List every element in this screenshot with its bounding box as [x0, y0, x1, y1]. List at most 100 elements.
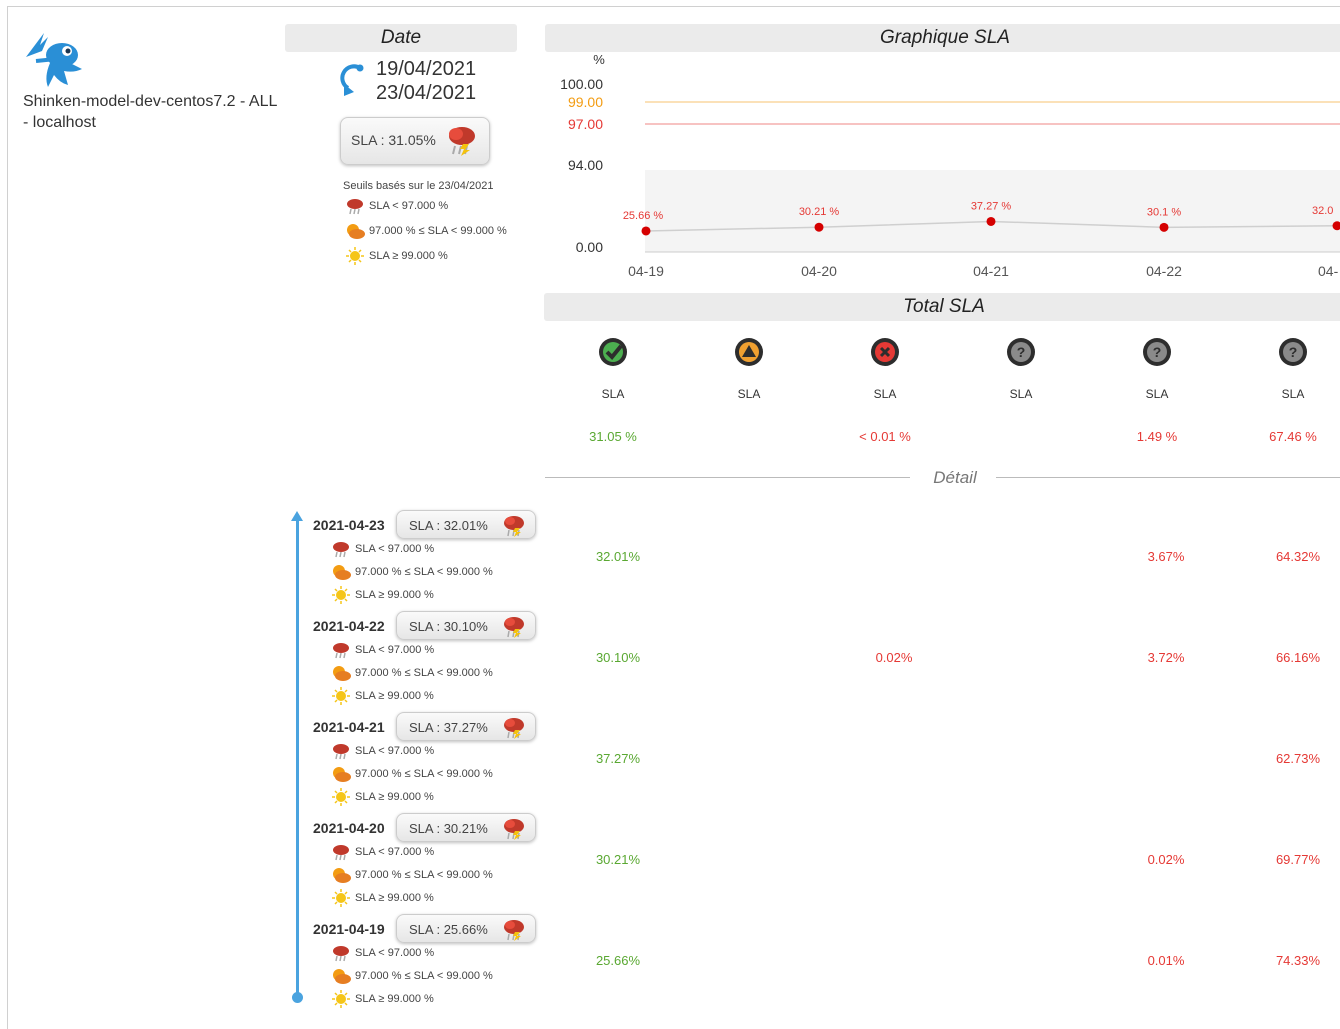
- critical-icon: [871, 338, 899, 366]
- sla-line-chart: % 100.00 99.00 97.00 94.00 0.00 25.66 % 04-19 30…: [560, 52, 1340, 279]
- total-sla-value: 67.46 %: [1269, 429, 1317, 444]
- storm-icon: [333, 946, 349, 962]
- sun-icon: [332, 990, 350, 1008]
- day-sla-value: 64.32%: [1275, 549, 1321, 564]
- storm-icon: [504, 516, 524, 537]
- day-sla-box: SLA : 30.21%: [396, 813, 536, 842]
- sun-icon: [332, 687, 350, 705]
- host-name: Shinken-model-dev-centos7.2 - ALL - loca…: [23, 93, 277, 131]
- day-sla-value: 74.33%: [1275, 953, 1321, 968]
- total-sla-label: SLA: [1145, 387, 1169, 401]
- y-unit-label: %: [593, 52, 605, 67]
- sla-summary-box: SLA : 31.05%: [340, 117, 490, 165]
- refresh-icon[interactable]: [340, 62, 366, 98]
- svg-text:?: ?: [1289, 344, 1298, 360]
- day-sla-value: 0.01%: [1147, 953, 1185, 968]
- threshold-warning: 97.000 % ≤ SLA < 99.000 %: [345, 222, 507, 242]
- date-range[interactable]: 19/04/2021 23/04/2021: [376, 57, 476, 105]
- day-sla-label: SLA : 37.27%: [409, 720, 488, 735]
- data-point: [986, 216, 996, 226]
- cloud-sun-icon: [347, 224, 365, 239]
- day-sla-box: SLA : 25.66%: [396, 914, 536, 943]
- x-tick-label: 04-22: [1146, 263, 1182, 279]
- day-sla-value: 62.73%: [1275, 751, 1321, 766]
- total-sla-label: SLA: [1281, 387, 1305, 401]
- svg-text:?: ?: [1153, 344, 1162, 360]
- day-date: 2021-04-23: [313, 517, 385, 533]
- date-end: 23/04/2021: [376, 82, 477, 104]
- unknown-icon: ?: [1279, 338, 1307, 366]
- x-tick-label: 04-20: [801, 263, 837, 279]
- day-date: 2021-04-22: [313, 618, 385, 634]
- day-threshold: SLA ≥ 99.000 %: [331, 788, 434, 808]
- storm-icon: [504, 718, 524, 739]
- sun-icon: [332, 788, 350, 806]
- day-date: 2021-04-21: [313, 719, 385, 735]
- day-sla-label: SLA : 30.21%: [409, 821, 488, 836]
- storm-icon: [504, 819, 524, 840]
- total-sla-header: Total SLA: [544, 293, 1340, 321]
- day-threshold: SLA ≥ 99.000 %: [331, 889, 434, 909]
- ref-line-label: 100.00: [560, 76, 603, 92]
- storm-icon: [504, 617, 524, 638]
- day-sla-value: 30.10%: [595, 650, 641, 665]
- day-sla-value: 66.16%: [1275, 650, 1321, 665]
- ref-line-label: 99.00: [568, 94, 603, 110]
- unknown-icon: ?: [1007, 338, 1035, 366]
- day-sla-value: 0.02%: [875, 650, 913, 665]
- y-tick-label: 94.00: [568, 157, 603, 173]
- data-label: 30.21 %: [799, 206, 840, 218]
- sun-icon: [346, 247, 364, 265]
- data-label: 37.27 %: [971, 200, 1012, 212]
- ok-check-icon: [599, 338, 627, 366]
- threshold-ok: SLA ≥ 99.000 %: [345, 247, 448, 267]
- day-threshold: 97.000 % ≤ SLA < 99.000 %: [331, 967, 493, 987]
- sla-summary-label: SLA : 31.05%: [351, 132, 436, 148]
- cloud-sun-icon: [333, 767, 351, 782]
- total-sla-value: < 0.01 %: [859, 429, 911, 444]
- day-threshold: SLA < 97.000 %: [331, 944, 434, 964]
- date-header: Date: [285, 24, 517, 52]
- day-sla-value: 30.21%: [595, 852, 641, 867]
- day-threshold: SLA ≥ 99.000 %: [331, 586, 434, 606]
- detail-label: Détail: [933, 468, 977, 487]
- sun-icon: [332, 586, 350, 604]
- total-sla-label: SLA: [873, 387, 897, 401]
- cloud-sun-icon: [333, 565, 351, 580]
- day-sla-value: 69.77%: [1275, 852, 1321, 867]
- y-tick-label: 0.00: [576, 239, 603, 255]
- day-threshold: 97.000 % ≤ SLA < 99.000 %: [331, 765, 493, 785]
- day-sla-value: 3.67%: [1147, 549, 1185, 564]
- day-sla-box: SLA : 32.01%: [396, 510, 536, 539]
- storm-icon: [333, 744, 349, 760]
- day-date: 2021-04-20: [313, 820, 385, 836]
- graph-header: Graphique SLA: [545, 24, 1340, 52]
- day-threshold: SLA ≥ 99.000 %: [331, 687, 434, 707]
- day-sla-value: 32.01%: [595, 549, 641, 564]
- day-sla-label: SLA : 30.10%: [409, 619, 488, 634]
- storm-icon: [333, 643, 349, 659]
- detail-divider-right: [996, 477, 1340, 478]
- storm-icon: [347, 199, 363, 215]
- cloud-sun-icon: [333, 666, 351, 681]
- threshold-note: Seuils basés sur le 23/04/2021: [343, 180, 494, 192]
- day-threshold: 97.000 % ≤ SLA < 99.000 %: [331, 664, 493, 684]
- data-label: 25.66 %: [623, 210, 664, 222]
- day-threshold: SLA < 97.000 %: [331, 843, 434, 863]
- threshold-critical: SLA < 97.000 %: [345, 197, 448, 217]
- day-sla-value: 37.27%: [595, 751, 641, 766]
- day-threshold: 97.000 % ≤ SLA < 99.000 %: [331, 866, 493, 886]
- unknown-icon: ?: [1143, 338, 1171, 366]
- shinken-logo: [26, 33, 82, 87]
- day-sla-value: 25.66%: [595, 953, 641, 968]
- sun-icon: [332, 889, 350, 907]
- total-sla-label: SLA: [601, 387, 625, 401]
- date-start: 19/04/2021: [376, 58, 477, 80]
- total-sla-label: SLA: [737, 387, 761, 401]
- x-tick-label: 04-: [1318, 263, 1339, 279]
- detail-divider-left: [545, 477, 910, 478]
- timeline-end-dot: [292, 992, 303, 1003]
- day-sla-value: 0.02%: [1147, 852, 1185, 867]
- day-sla-label: SLA : 25.66%: [409, 922, 488, 937]
- x-tick-label: 04-21: [973, 263, 1009, 279]
